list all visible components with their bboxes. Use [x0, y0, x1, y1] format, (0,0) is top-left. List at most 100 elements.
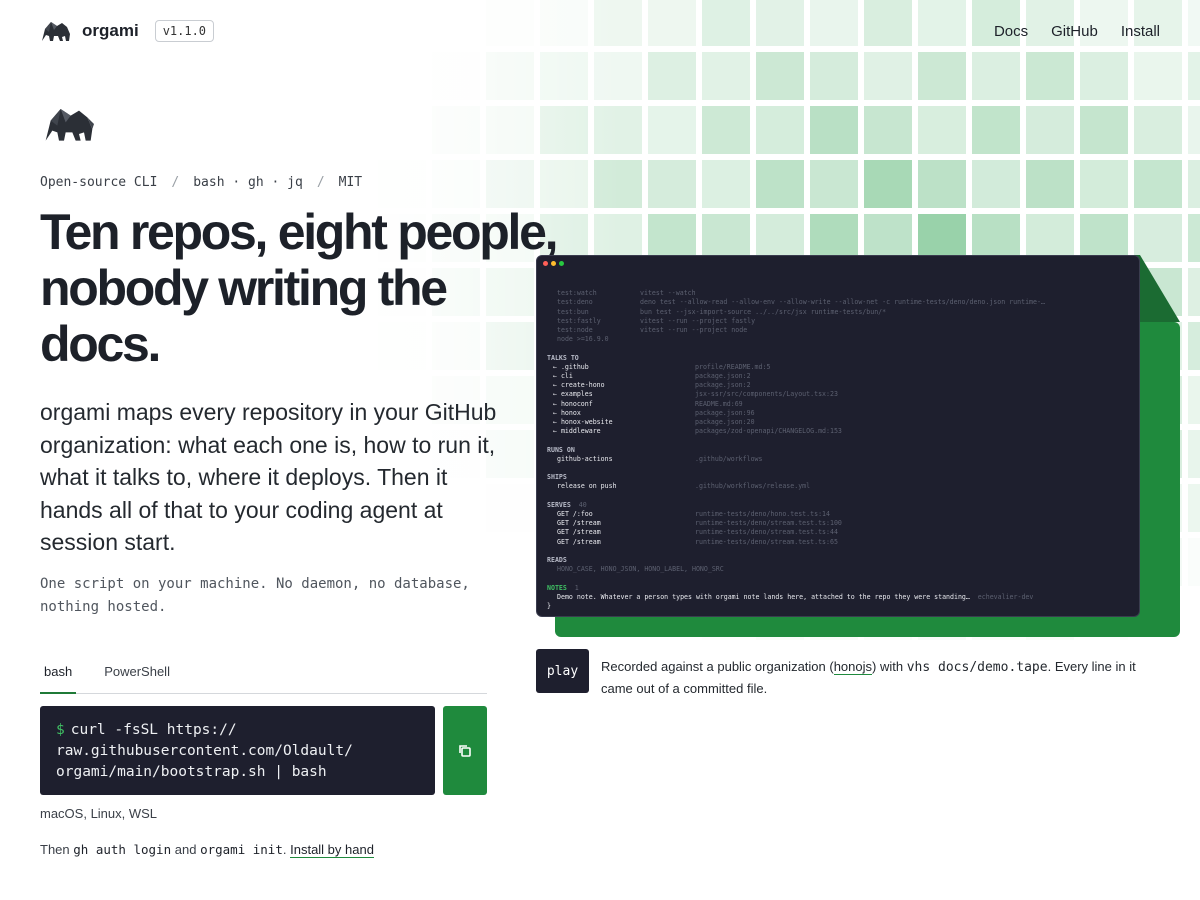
terminal-key: ← create-hono [553, 381, 605, 390]
grid-cell [1188, 52, 1200, 100]
terminal-value: README.md:69 [695, 399, 743, 408]
terminal-line: GET /stream runtime-tests/deno/stream.tes… [547, 538, 1137, 547]
terminal-value: .github/workflows/release.yml [695, 482, 811, 491]
inline-code: gh auth login [73, 842, 172, 857]
terminal-value: runtime-tests/deno/stream.test.ts:44 [695, 528, 838, 537]
grid-cell [1188, 106, 1200, 154]
grid-cell [1026, 160, 1074, 208]
grid-cell [1134, 160, 1182, 208]
grid-cell [918, 0, 966, 46]
grid-cell [756, 160, 804, 208]
demo-terminal: test:watch vitest --watch test:deno deno te… [536, 255, 1140, 617]
grid-cell [648, 106, 696, 154]
terminal-key: ← examples [553, 390, 593, 399]
terminal-key: ← honox [553, 408, 581, 417]
terminal-line: test:deno deno test --allow-read --allow-… [547, 298, 1137, 307]
terminal-value: profile/README.md:5 [695, 362, 771, 371]
grid-cell [1080, 52, 1128, 100]
terminal-key: GET /stream [557, 537, 601, 546]
terminal-section-heading: TALKS TO [547, 354, 1137, 363]
terminal-output: test:watch vitest --watch test:deno deno te… [547, 280, 1137, 611]
terminal-spacer [547, 464, 1137, 473]
grid-cell [810, 106, 858, 154]
grid-cell [918, 106, 966, 154]
terminal-key: test:node [557, 326, 593, 335]
demo-caption: Recorded against a public organization (… [601, 656, 1161, 699]
terminal-line: ← cli package.json:2 [547, 372, 1137, 381]
terminal-line: test:node vitest --run --project node [547, 326, 1137, 335]
elephant-icon [45, 109, 94, 141]
terminal-line: release on push .github/workflows/release… [547, 482, 1137, 491]
nav-link-install[interactable]: Install [1121, 23, 1160, 40]
minimize-dot-icon [551, 261, 556, 266]
note-text: . [282, 842, 287, 857]
grid-cell [1188, 0, 1200, 46]
grid-cell [972, 52, 1020, 100]
tab-powershell[interactable]: PowerShell [100, 660, 174, 693]
grid-cell [918, 160, 966, 208]
grid-cell [864, 106, 912, 154]
section-count: 1 [566, 583, 579, 592]
terminal-key: GET /stream [557, 528, 601, 537]
section-label: SERVES [547, 500, 571, 509]
terminal-line: test:watch vitest --watch [547, 289, 1137, 298]
grid-cell [810, 160, 858, 208]
terminal-line: test:fastly vitest --run --project fastly [547, 317, 1137, 326]
terminal-line: test:bun bun test --jsx-import-source ../… [547, 308, 1137, 317]
copy-button[interactable] [443, 706, 487, 795]
tagline-item: Open-source CLI [40, 175, 158, 190]
terminal-line: ← honox-website package.json:20 [547, 418, 1137, 427]
grid-cell [702, 106, 750, 154]
install-by-hand-link[interactable]: Install by hand [290, 842, 374, 858]
grid-cell [1188, 322, 1200, 370]
section-label: SHIPS [547, 473, 567, 482]
terminal-key: release on push [557, 482, 617, 491]
terminal-key: ← cli [553, 372, 573, 381]
terminal-key: node >=16.9.0 [557, 335, 609, 344]
command-line: curl -fsSL https:// [70, 722, 237, 738]
terminal-spacer [547, 547, 1137, 556]
hero-subtext: One script on your machine. No daemon, n… [40, 576, 470, 615]
caption-text: ) with [872, 659, 904, 674]
terminal-line: node >=16.9.0 [547, 335, 1137, 344]
post-install-note: Then gh auth login and orgami init. Inst… [40, 842, 374, 858]
grid-cell [702, 52, 750, 100]
nav-brand[interactable]: orgami v1.1.0 [40, 19, 215, 43]
grid-cell [810, 0, 858, 46]
nav-link-github[interactable]: GitHub [1051, 23, 1098, 40]
terminal-value: vitest --run --project fastly [640, 316, 756, 325]
install-command[interactable]: $ curl -fsSL https:// raw.githubuserconte… [40, 706, 435, 795]
top-nav: Docs GitHub Install [994, 23, 1160, 40]
tab-bash[interactable]: bash [40, 660, 77, 694]
grid-cell [972, 106, 1020, 154]
terminal-line: ← examples jsx-ssr/src/components/Layout.… [547, 390, 1137, 399]
section-count: 40 [570, 500, 587, 509]
terminal-line: GET /stream runtime-tests/deno/stream.tes… [547, 519, 1137, 528]
grid-cell [1188, 268, 1200, 316]
grid-cell [1188, 160, 1200, 208]
play-button[interactable]: play [536, 649, 589, 693]
honojs-link[interactable]: honojs [833, 659, 873, 675]
grid-cell [756, 106, 804, 154]
terminal-value: package.json:2 [695, 372, 751, 381]
grid-cell [756, 52, 804, 100]
terminal-value: runtime-tests/deno/hono.test.ts:14 [695, 510, 830, 519]
nav-link-docs[interactable]: Docs [994, 23, 1028, 40]
note-text: and [174, 842, 197, 857]
copy-icon [459, 744, 471, 757]
terminal-key: ← honoconf [553, 399, 593, 408]
terminal-line: HONO_CASE, HONO_JSON, HONO_LABEL, HONO_S… [547, 565, 1137, 574]
terminal-line: ← honox package.json:96 [547, 409, 1137, 418]
terminal-key: GET /stream [557, 519, 601, 528]
tagline-separator: / [171, 175, 180, 190]
terminal-spacer [547, 492, 1137, 501]
grid-cell [648, 52, 696, 100]
page-title: Ten repos, eight people, nobody writing … [40, 204, 558, 372]
terminal-line: ← create-hono package.json:2 [547, 381, 1137, 390]
terminal-spacer [547, 575, 1137, 584]
inline-code: orgami init [200, 842, 283, 857]
grid-cell [864, 0, 912, 46]
terminal-line: ← .github profile/README.md:5 [547, 363, 1137, 372]
tagline-item: MIT [338, 175, 363, 190]
terminal-spacer [547, 344, 1137, 353]
